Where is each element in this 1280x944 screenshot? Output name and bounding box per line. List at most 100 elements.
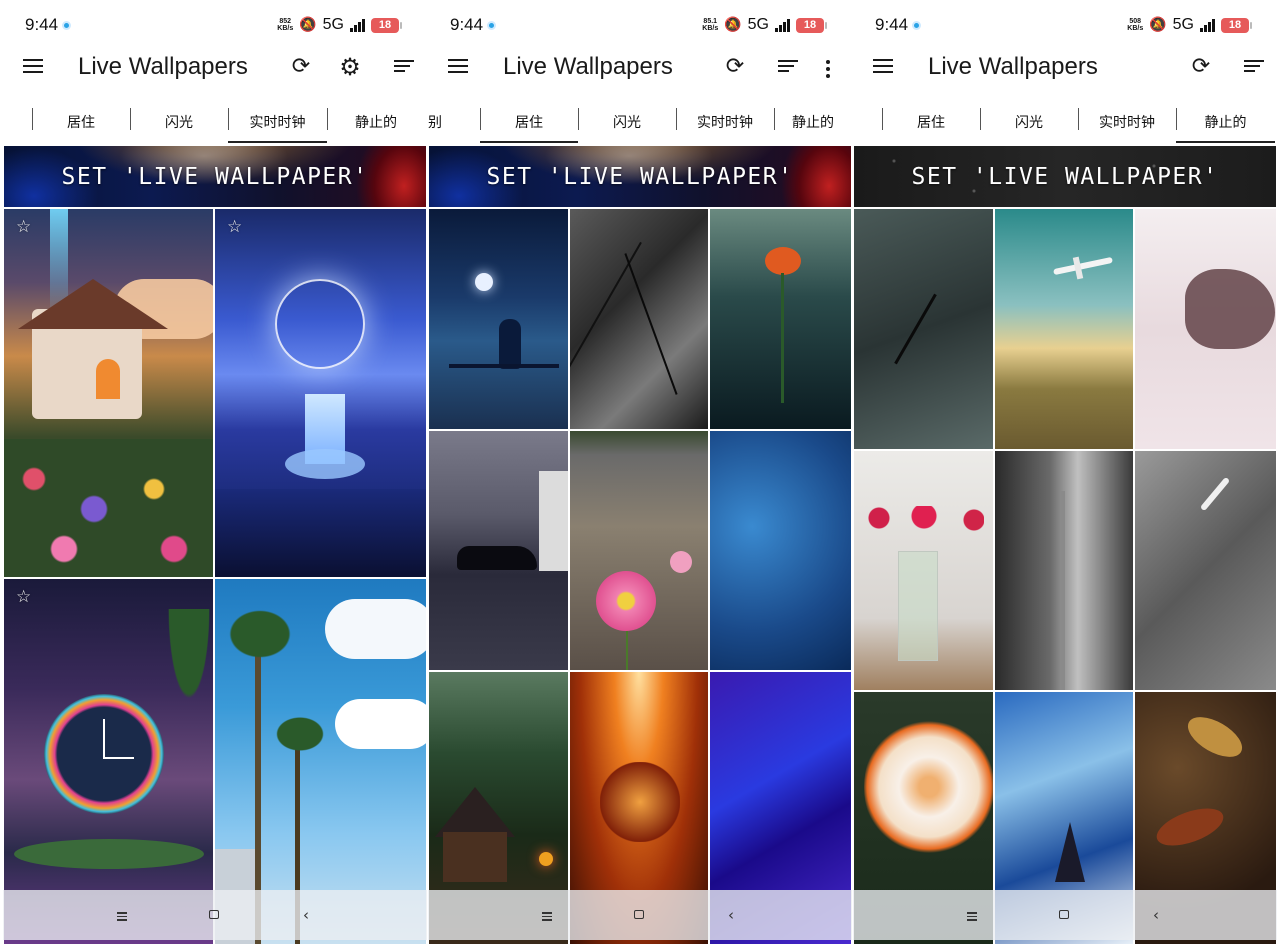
tab-label: 别 (428, 115, 442, 131)
tab-residence[interactable]: 居住 (882, 100, 980, 144)
wallpaper-tile[interactable] (570, 209, 708, 429)
network-type: 5G (747, 16, 769, 33)
tab-label: 静止的 (1204, 115, 1247, 131)
tab-live-clock[interactable]: 实时时钟 (676, 100, 774, 144)
wallpaper-tile[interactable] (710, 209, 851, 429)
wallpaper-tile[interactable] (710, 431, 851, 670)
wallpaper-tile[interactable] (1135, 451, 1276, 690)
menu-nav-icon[interactable] (111, 904, 133, 926)
wallpaper-tile[interactable] (1135, 209, 1276, 449)
banner-text: SET 'LIVE WALLPAPER' (61, 163, 369, 190)
status-bar: 9:44 508 KB/s 🔕 5G 18 (853, 0, 1277, 50)
refresh-icon[interactable]: ⟳ (1187, 53, 1215, 81)
network-speed-unit: KB/s (702, 25, 719, 32)
wallpaper-grid (854, 209, 1276, 944)
sort-icon[interactable] (1236, 53, 1264, 81)
menu-icon[interactable] (21, 55, 45, 79)
sort-icon[interactable] (386, 53, 414, 81)
tab-label: 静止的 (355, 115, 397, 131)
wallpaper-tile[interactable] (429, 209, 568, 429)
home-nav-icon[interactable] (628, 904, 650, 926)
wallpaper-tile[interactable] (854, 209, 993, 449)
wallpaper-tile[interactable] (570, 431, 708, 670)
category-tabs: 别 居住 闪光 实时时钟 静止的 (428, 100, 852, 144)
settings-icon[interactable]: ⚙ (336, 53, 364, 81)
star-outline-icon[interactable]: ☆ (16, 589, 31, 606)
app-title: Live Wallpapers (928, 53, 1098, 80)
notification-dot-icon (487, 20, 497, 30)
tab-label: 居住 (515, 115, 543, 131)
network-type: 5G (1172, 16, 1194, 33)
network-speed-unit: KB/s (277, 25, 294, 32)
refresh-icon[interactable]: ⟳ (287, 53, 315, 81)
tab-spacer (3, 100, 32, 144)
home-nav-icon[interactable] (1053, 904, 1075, 926)
tab-flash[interactable]: 闪光 (130, 100, 228, 144)
tab-live-clock[interactable]: 实时时钟 (1078, 100, 1176, 144)
tab-static[interactable]: 静止的 (327, 100, 425, 144)
phone-screen-live-clock: 9:44 852 KB/s 🔕 5G 18 Live Wallpapers ⟳ … (3, 0, 427, 944)
star-outline-icon[interactable]: ☆ (16, 219, 31, 236)
category-tabs: 居住 闪光 实时时钟 静止的 (3, 100, 427, 144)
signal-icon (350, 18, 365, 32)
set-live-wallpaper-banner[interactable]: SET 'LIVE WALLPAPER' (4, 146, 426, 207)
battery-icon: 18 (371, 17, 402, 33)
sort-icon[interactable] (770, 53, 798, 81)
tab-label: 居住 (67, 115, 95, 131)
status-right: 852 KB/s 🔕 5G 18 (277, 16, 402, 34)
wallpaper-tile[interactable]: ☆ (215, 209, 426, 577)
tab-partial[interactable]: 别 (428, 100, 480, 144)
set-live-wallpaper-banner[interactable]: SET 'LIVE WALLPAPER' (854, 146, 1276, 207)
set-live-wallpaper-banner[interactable]: SET 'LIVE WALLPAPER' (429, 146, 851, 207)
back-nav-icon[interactable]: ‹ (1145, 904, 1167, 926)
tab-label: 居住 (917, 115, 945, 131)
network-speed: 508 KB/s (1127, 18, 1143, 32)
wallpaper-tile[interactable] (854, 451, 993, 690)
tab-label: 静止的 (792, 115, 834, 131)
refresh-icon[interactable]: ⟳ (721, 53, 749, 81)
status-bar: 9:44 85.1 KB/s 🔕 5G 18 (428, 0, 852, 50)
status-time: 9:44 (25, 15, 59, 34)
battery-icon: 18 (1221, 17, 1252, 33)
status-time: 9:44 (450, 15, 484, 34)
signal-icon (775, 18, 790, 32)
tab-live-clock[interactable]: 实时时钟 (228, 100, 327, 144)
status-right: 85.1 KB/s 🔕 5G 18 (702, 16, 827, 34)
tab-label: 闪光 (165, 115, 193, 131)
category-tabs: 居住 闪光 实时时钟 静止的 (853, 100, 1277, 144)
network-speed: 85.1 KB/s (702, 18, 718, 32)
menu-nav-icon[interactable] (961, 904, 983, 926)
tab-label: 实时时钟 (1099, 115, 1155, 131)
network-speed-value: 508 (1129, 18, 1142, 25)
back-nav-icon[interactable]: ‹ (720, 904, 742, 926)
star-outline-icon[interactable]: ☆ (227, 219, 242, 236)
app-bar: Live Wallpapers ⟳ ⚙ (3, 50, 427, 84)
menu-icon[interactable] (446, 55, 470, 79)
tab-flash[interactable]: 闪光 (980, 100, 1078, 144)
tab-residence[interactable]: 居住 (32, 100, 130, 144)
network-type: 5G (322, 16, 344, 33)
tab-residence[interactable]: 居住 (480, 100, 578, 144)
battery-icon: 18 (796, 17, 827, 33)
tab-flash[interactable]: 闪光 (578, 100, 676, 144)
tab-label: 闪光 (613, 115, 641, 131)
tab-static[interactable]: 静止的 (774, 100, 852, 144)
phone-screen-residence: 9:44 85.1 KB/s 🔕 5G 18 Live Wallpapers ⟳… (428, 0, 852, 944)
wallpaper-tile[interactable]: ☆ (4, 209, 213, 577)
tab-static[interactable]: 静止的 (1176, 100, 1275, 144)
tab-spacer (853, 100, 882, 144)
system-nav-bar: ‹ (853, 890, 1277, 940)
menu-icon[interactable] (871, 55, 895, 79)
menu-nav-icon[interactable] (536, 904, 558, 926)
bell-off-icon: 🔕 (724, 17, 742, 33)
home-nav-icon[interactable] (203, 904, 225, 926)
wallpaper-tile[interactable] (995, 209, 1133, 449)
wallpaper-tile[interactable] (995, 451, 1133, 690)
back-nav-icon[interactable]: ‹ (295, 904, 317, 926)
wallpaper-tile[interactable] (429, 431, 568, 670)
more-vert-icon[interactable] (814, 53, 842, 81)
app-bar: Live Wallpapers ⟳ (428, 50, 852, 84)
app-title: Live Wallpapers (78, 53, 248, 80)
wallpaper-grid: ☆ ☆ ☆ (4, 209, 426, 944)
status-right: 508 KB/s 🔕 5G 18 (1127, 16, 1252, 34)
